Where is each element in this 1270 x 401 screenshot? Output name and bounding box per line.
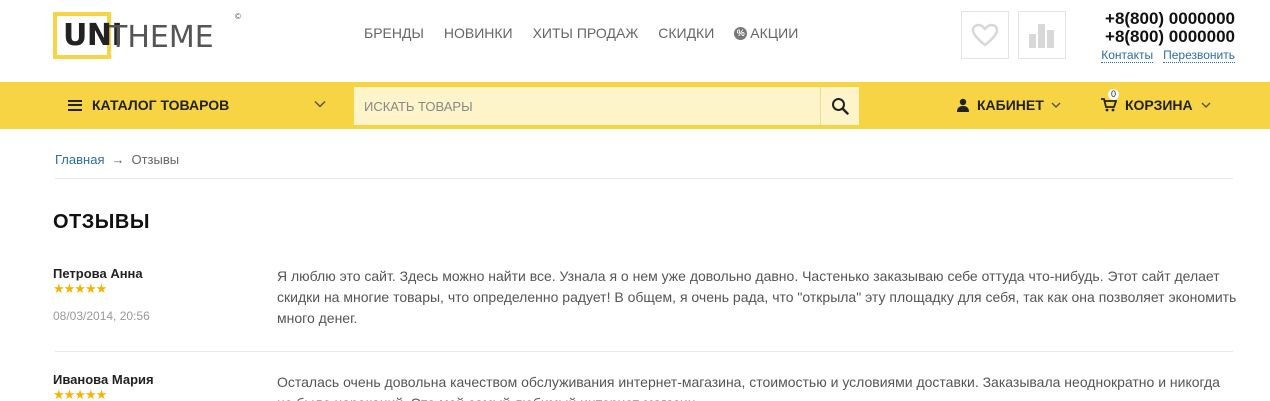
nav-discounts[interactable]: СКИДКИ [658, 25, 714, 41]
search-icon [832, 98, 849, 115]
search-input[interactable] [354, 87, 820, 125]
catalog-label: КАТАЛОГ ТОВАРОВ [92, 97, 230, 113]
account-label: КАБИНЕТ [977, 97, 1044, 113]
chevron-down-icon [1051, 102, 1061, 108]
cart-icon [1101, 98, 1117, 112]
favorites-button[interactable] [961, 11, 1009, 59]
header-top: UNI THEME © БРЕНДЫ НОВИНКИ ХИТЫ ПРОДАЖ С… [0, 0, 1270, 82]
nav-bestsellers[interactable]: ХИТЫ ПРОДАЖ [533, 25, 639, 41]
user-icon [957, 98, 969, 112]
breadcrumb: Главная → Отзывы [55, 152, 179, 167]
chevron-down-icon[interactable] [314, 98, 326, 110]
catalog-menu-button[interactable]: КАТАЛОГ ТОВАРОВ [68, 97, 229, 113]
chevron-down-icon [1201, 102, 1211, 108]
divider [55, 178, 1233, 179]
callback-link[interactable]: Перезвонить [1163, 48, 1235, 63]
breadcrumb-home[interactable]: Главная [55, 152, 104, 167]
phone-2[interactable]: +8(800) 0000000 [1089, 28, 1235, 46]
heart-icon [971, 23, 999, 47]
phone-1[interactable]: +8(800) 0000000 [1089, 10, 1235, 28]
logo-box: UNI [53, 12, 123, 59]
compare-bars-icon [1029, 24, 1054, 48]
nav-promo-label: АКЦИИ [750, 25, 799, 41]
breadcrumb-separator: → [111, 152, 125, 167]
review-text: Осталась очень довольна качеством обслуж… [277, 374, 1220, 401]
logo-copyright: © [235, 12, 241, 21]
review-text: Я люблю это сайт. Здесь можно найти все.… [277, 268, 1237, 326]
main-nav: БРЕНДЫ НОВИНКИ ХИТЫ ПРОДАЖ СКИДКИ % АКЦИ… [364, 25, 798, 41]
nav-promo[interactable]: % АКЦИИ [734, 25, 798, 41]
logo-theme: THEME [109, 20, 214, 55]
breadcrumb-current: Отзывы [131, 152, 180, 167]
search-box [354, 87, 859, 125]
logo[interactable]: UNI THEME © [53, 12, 241, 59]
search-button[interactable] [820, 87, 859, 125]
contact-links: Контакты Перезвонить [1089, 48, 1235, 63]
review-item: Иванова Мария ★★★★★ Осталась очень довол… [53, 372, 1233, 401]
page-title: ОТЗЫВЫ [53, 211, 150, 233]
hamburger-icon [68, 99, 82, 111]
review-item: Петрова Анна ★★★★★ 08/03/2014, 20:56 Я л… [53, 266, 1236, 326]
cart-count-badge: 0 [1108, 89, 1120, 100]
nav-brands[interactable]: БРЕНДЫ [364, 25, 424, 41]
yellow-toolbar: КАТАЛОГ ТОВАРОВ КАБИНЕТ КОРЗИНА [0, 82, 1270, 129]
nav-new[interactable]: НОВИНКИ [444, 25, 513, 41]
cart-menu[interactable]: КОРЗИНА [1101, 97, 1211, 113]
contacts-block: +8(800) 0000000 +8(800) 0000000 Контакты… [1089, 10, 1235, 63]
percent-icon: % [734, 26, 748, 40]
divider [55, 351, 1233, 352]
contacts-link[interactable]: Контакты [1101, 48, 1154, 63]
cart-label: КОРЗИНА [1125, 97, 1193, 113]
compare-button[interactable] [1018, 11, 1066, 59]
account-menu[interactable]: КАБИНЕТ [956, 97, 1061, 113]
